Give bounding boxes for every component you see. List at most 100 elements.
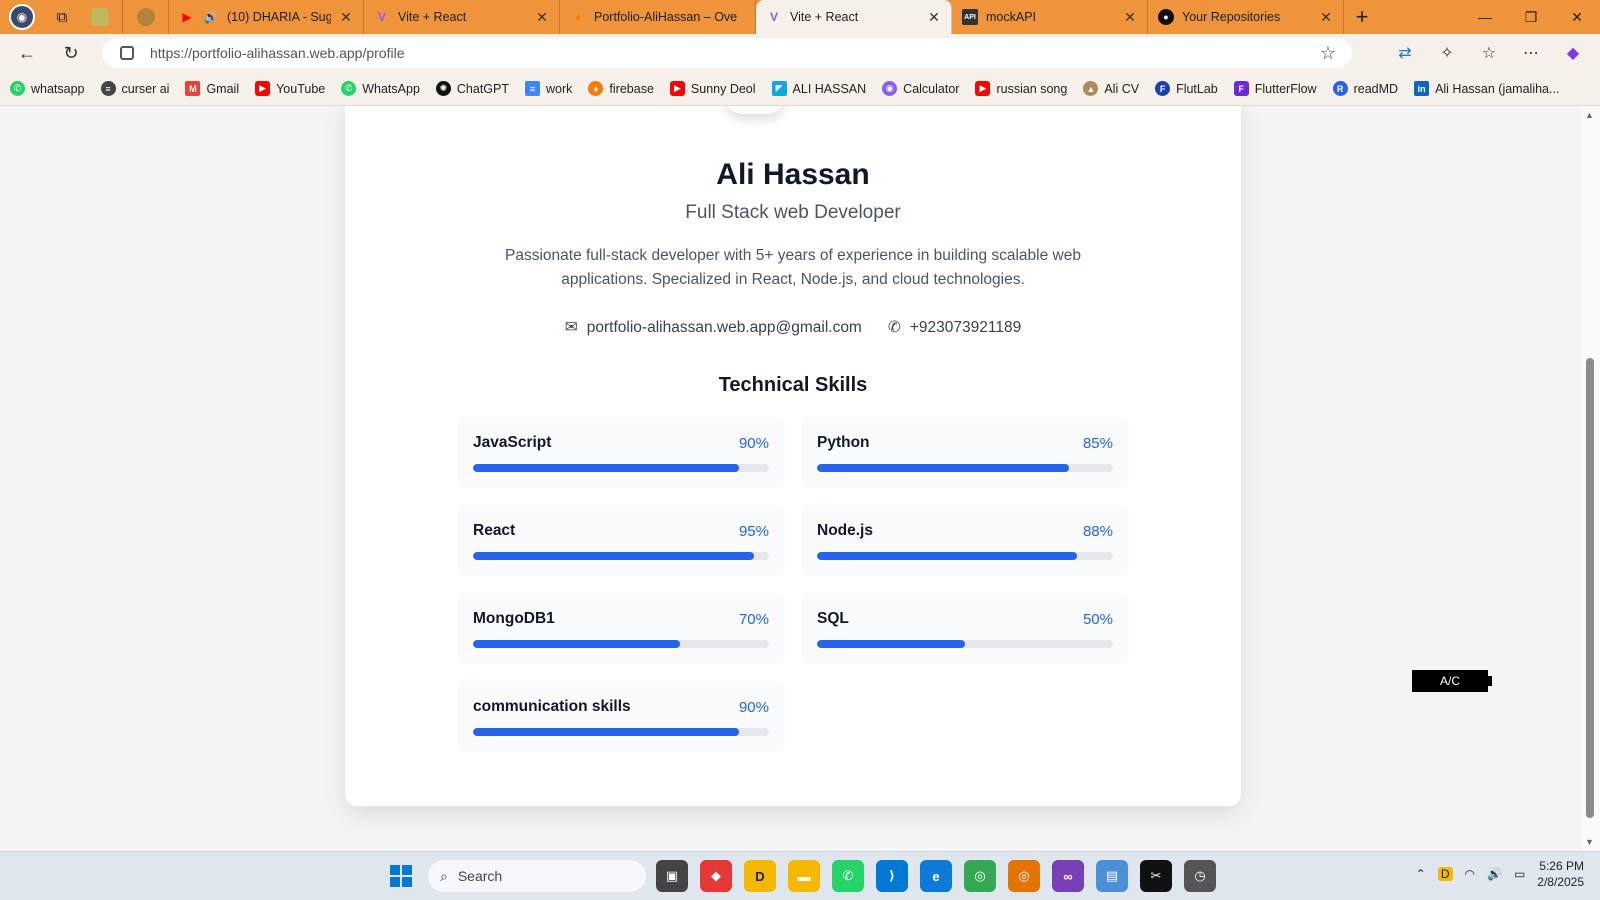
skill-percent: 90%: [738, 698, 769, 716]
contact-row: ✉ portfolio-alihassan.web.app@gmail.com …: [345, 318, 1241, 337]
capcut-icon[interactable]: ✂: [1140, 860, 1172, 892]
phone-text[interactable]: +923073921189: [910, 319, 1021, 337]
skill-name: Node.js: [817, 522, 873, 539]
volume-icon[interactable]: 🔊: [1487, 867, 1502, 881]
bookmark-label: YouTube: [276, 81, 326, 96]
pinned-tab[interactable]: [77, 0, 123, 34]
system-tray: ⌃ D ◠ 🔊 ▭ 5:26 PM 2/8/2025: [1416, 858, 1584, 890]
skill-card: Python 85%: [801, 418, 1129, 488]
skill-progress-fill: [817, 640, 965, 648]
clock-date: 2/8/2025: [1537, 875, 1584, 889]
reload-icon[interactable]: ↻: [54, 38, 88, 68]
close-tab-icon[interactable]: ✕: [1319, 9, 1333, 26]
bookmark-item[interactable]: M Gmail: [185, 81, 239, 96]
bookmark-item[interactable]: ▶ YouTube: [255, 81, 325, 96]
translate-icon[interactable]: ⇄: [1390, 38, 1420, 68]
url-text[interactable]: https://portfolio-alihassan.web.app/prof…: [150, 45, 404, 61]
close-tab-icon[interactable]: ✕: [1123, 9, 1137, 26]
pcloud-tray-icon[interactable]: D: [1437, 867, 1453, 881]
browser-toolbar: ← ↻ https://portfolio-alihassan.web.app/…: [0, 34, 1600, 72]
bookmark-item[interactable]: ◉ Calculator: [882, 81, 959, 96]
skill-progress-bar: [817, 552, 1113, 560]
bookmark-item[interactable]: ✺ ChatGPT: [435, 81, 509, 96]
email-contact[interactable]: ✉ portfolio-alihassan.web.app@gmail.com: [565, 318, 862, 337]
bookmark-item[interactable]: ▶ Sunny Deol: [669, 81, 756, 96]
visual-studio-icon[interactable]: ∞: [1052, 860, 1084, 892]
chrome-icon[interactable]: ◎: [964, 860, 996, 892]
skill-progress-fill: [817, 552, 1078, 560]
close-window-icon[interactable]: ✕: [1554, 0, 1600, 34]
edge-icon[interactable]: e: [920, 860, 952, 892]
taskbar-search[interactable]: ⌕ Search: [428, 860, 646, 892]
bookmark-label: whatsapp: [31, 81, 85, 96]
tab[interactable]: API mockAPI ✕: [952, 0, 1148, 34]
close-tab-icon[interactable]: ✕: [927, 9, 941, 26]
gmail-icon: M: [185, 81, 201, 96]
bookmark-item[interactable]: ▲ Ali CV: [1083, 81, 1139, 96]
profile-bio: Passionate full-stack developer with 5+ …: [505, 247, 1081, 288]
clock[interactable]: 5:26 PM 2/8/2025: [1537, 858, 1584, 890]
bookmark-item[interactable]: RreadMD: [1332, 81, 1398, 96]
vscode-icon[interactable]: ⟩: [876, 860, 908, 892]
bookmark-item[interactable]: in Ali Hassan (jamaliha...: [1414, 81, 1559, 96]
extensions-icon[interactable]: ✧: [1432, 38, 1462, 68]
scrollbar-thumb[interactable]: [1586, 358, 1594, 818]
file-explorer-icon[interactable]: ▬: [788, 860, 820, 892]
bookmark-item[interactable]: F FlutterFlow: [1233, 81, 1317, 96]
tab[interactable]: V Vite + React ✕: [364, 0, 560, 34]
scroll-down-arrow-icon[interactable]: ▼: [1585, 837, 1594, 847]
address-bar[interactable]: https://portfolio-alihassan.web.app/prof…: [102, 38, 1352, 68]
more-menu-icon[interactable]: ⋯: [1516, 38, 1546, 68]
photos-icon[interactable]: ▤: [1096, 860, 1128, 892]
copilot-icon[interactable]: ◆: [1558, 38, 1588, 68]
tab-active[interactable]: V Vite + React ✕: [756, 0, 952, 34]
mockapi-icon: API: [962, 9, 978, 25]
bookmark-item[interactable]: ≡ work: [525, 81, 572, 96]
bookmarks-bar: ✆ whatsapp ≡ curser ai M Gmail ▶ YouTube ✆ Wh…: [0, 72, 1600, 106]
tab[interactable]: ● Your Repositories ✕: [1148, 0, 1344, 34]
whatsapp-icon[interactable]: ✆: [832, 860, 864, 892]
tab[interactable]: ▶ 🔊 (10) DHARIA - Sugar ✕: [169, 0, 364, 34]
close-tab-icon[interactable]: ✕: [535, 9, 549, 26]
task-view-icon[interactable]: ▣: [656, 860, 688, 892]
profile-avatar-icon[interactable]: ◉: [9, 4, 35, 30]
tab[interactable]: ♦ Portfolio-AliHassan – Ove: [560, 0, 756, 34]
scroll-up-arrow-icon[interactable]: ▲: [1585, 110, 1594, 120]
firebase-icon: ♦: [574, 10, 582, 24]
bookmark-star-icon[interactable]: ☆: [1320, 43, 1336, 64]
vertical-scrollbar[interactable]: ▲ ▼: [1582, 106, 1600, 851]
bookmark-item[interactable]: ✆ whatsapp: [10, 81, 85, 96]
battery-icon[interactable]: ▭: [1514, 867, 1525, 881]
chrome-canary-icon[interactable]: ◎: [1008, 860, 1040, 892]
bookmark-item[interactable]: ≡ curser ai: [100, 81, 169, 96]
favorites-icon[interactable]: ☆: [1474, 38, 1504, 68]
chevron-up-icon[interactable]: ⌃: [1416, 867, 1426, 881]
bookmark-item[interactable]: ◤ ALI HASSAN: [771, 81, 866, 96]
tab-label: Vite + React: [398, 10, 467, 24]
close-tab-icon[interactable]: ✕: [339, 9, 353, 26]
bookmark-item[interactable]: ✆ WhatsApp: [341, 81, 420, 96]
restore-icon[interactable]: ❐: [1508, 0, 1554, 34]
bookmark-item[interactable]: ♦ firebase: [588, 81, 654, 96]
skill-percent: 90%: [738, 434, 769, 452]
workspaces-icon[interactable]: ⧉: [47, 4, 77, 30]
pinned-tab[interactable]: [123, 0, 169, 34]
anydesk-icon[interactable]: ◆: [700, 860, 732, 892]
new-tab-button[interactable]: +: [1344, 0, 1380, 34]
bookmark-item[interactable]: F FlutLab: [1155, 81, 1218, 96]
windows-start-icon[interactable]: [390, 865, 412, 887]
skill-name: React: [473, 522, 516, 539]
email-text[interactable]: portfolio-alihassan.web.app@gmail.com: [587, 319, 862, 337]
back-arrow-icon[interactable]: ←: [10, 38, 44, 68]
bookmark-label: FlutterFlow: [1254, 81, 1317, 96]
audio-playing-icon[interactable]: 🔊: [203, 9, 219, 25]
minimize-icon[interactable]: —: [1462, 0, 1508, 34]
lock-icon[interactable]: [120, 46, 134, 60]
tab-label: mockAPI: [986, 10, 1037, 24]
bookmark-item[interactable]: ▶ russian song: [975, 81, 1067, 96]
wifi-icon[interactable]: ◠: [1465, 867, 1475, 881]
phone-contact[interactable]: ✆ +923073921189: [888, 318, 1021, 337]
skill-progress-fill: [817, 464, 1069, 472]
pcloud-icon[interactable]: D: [744, 860, 776, 892]
clock-app-icon[interactable]: ◷: [1184, 860, 1216, 892]
